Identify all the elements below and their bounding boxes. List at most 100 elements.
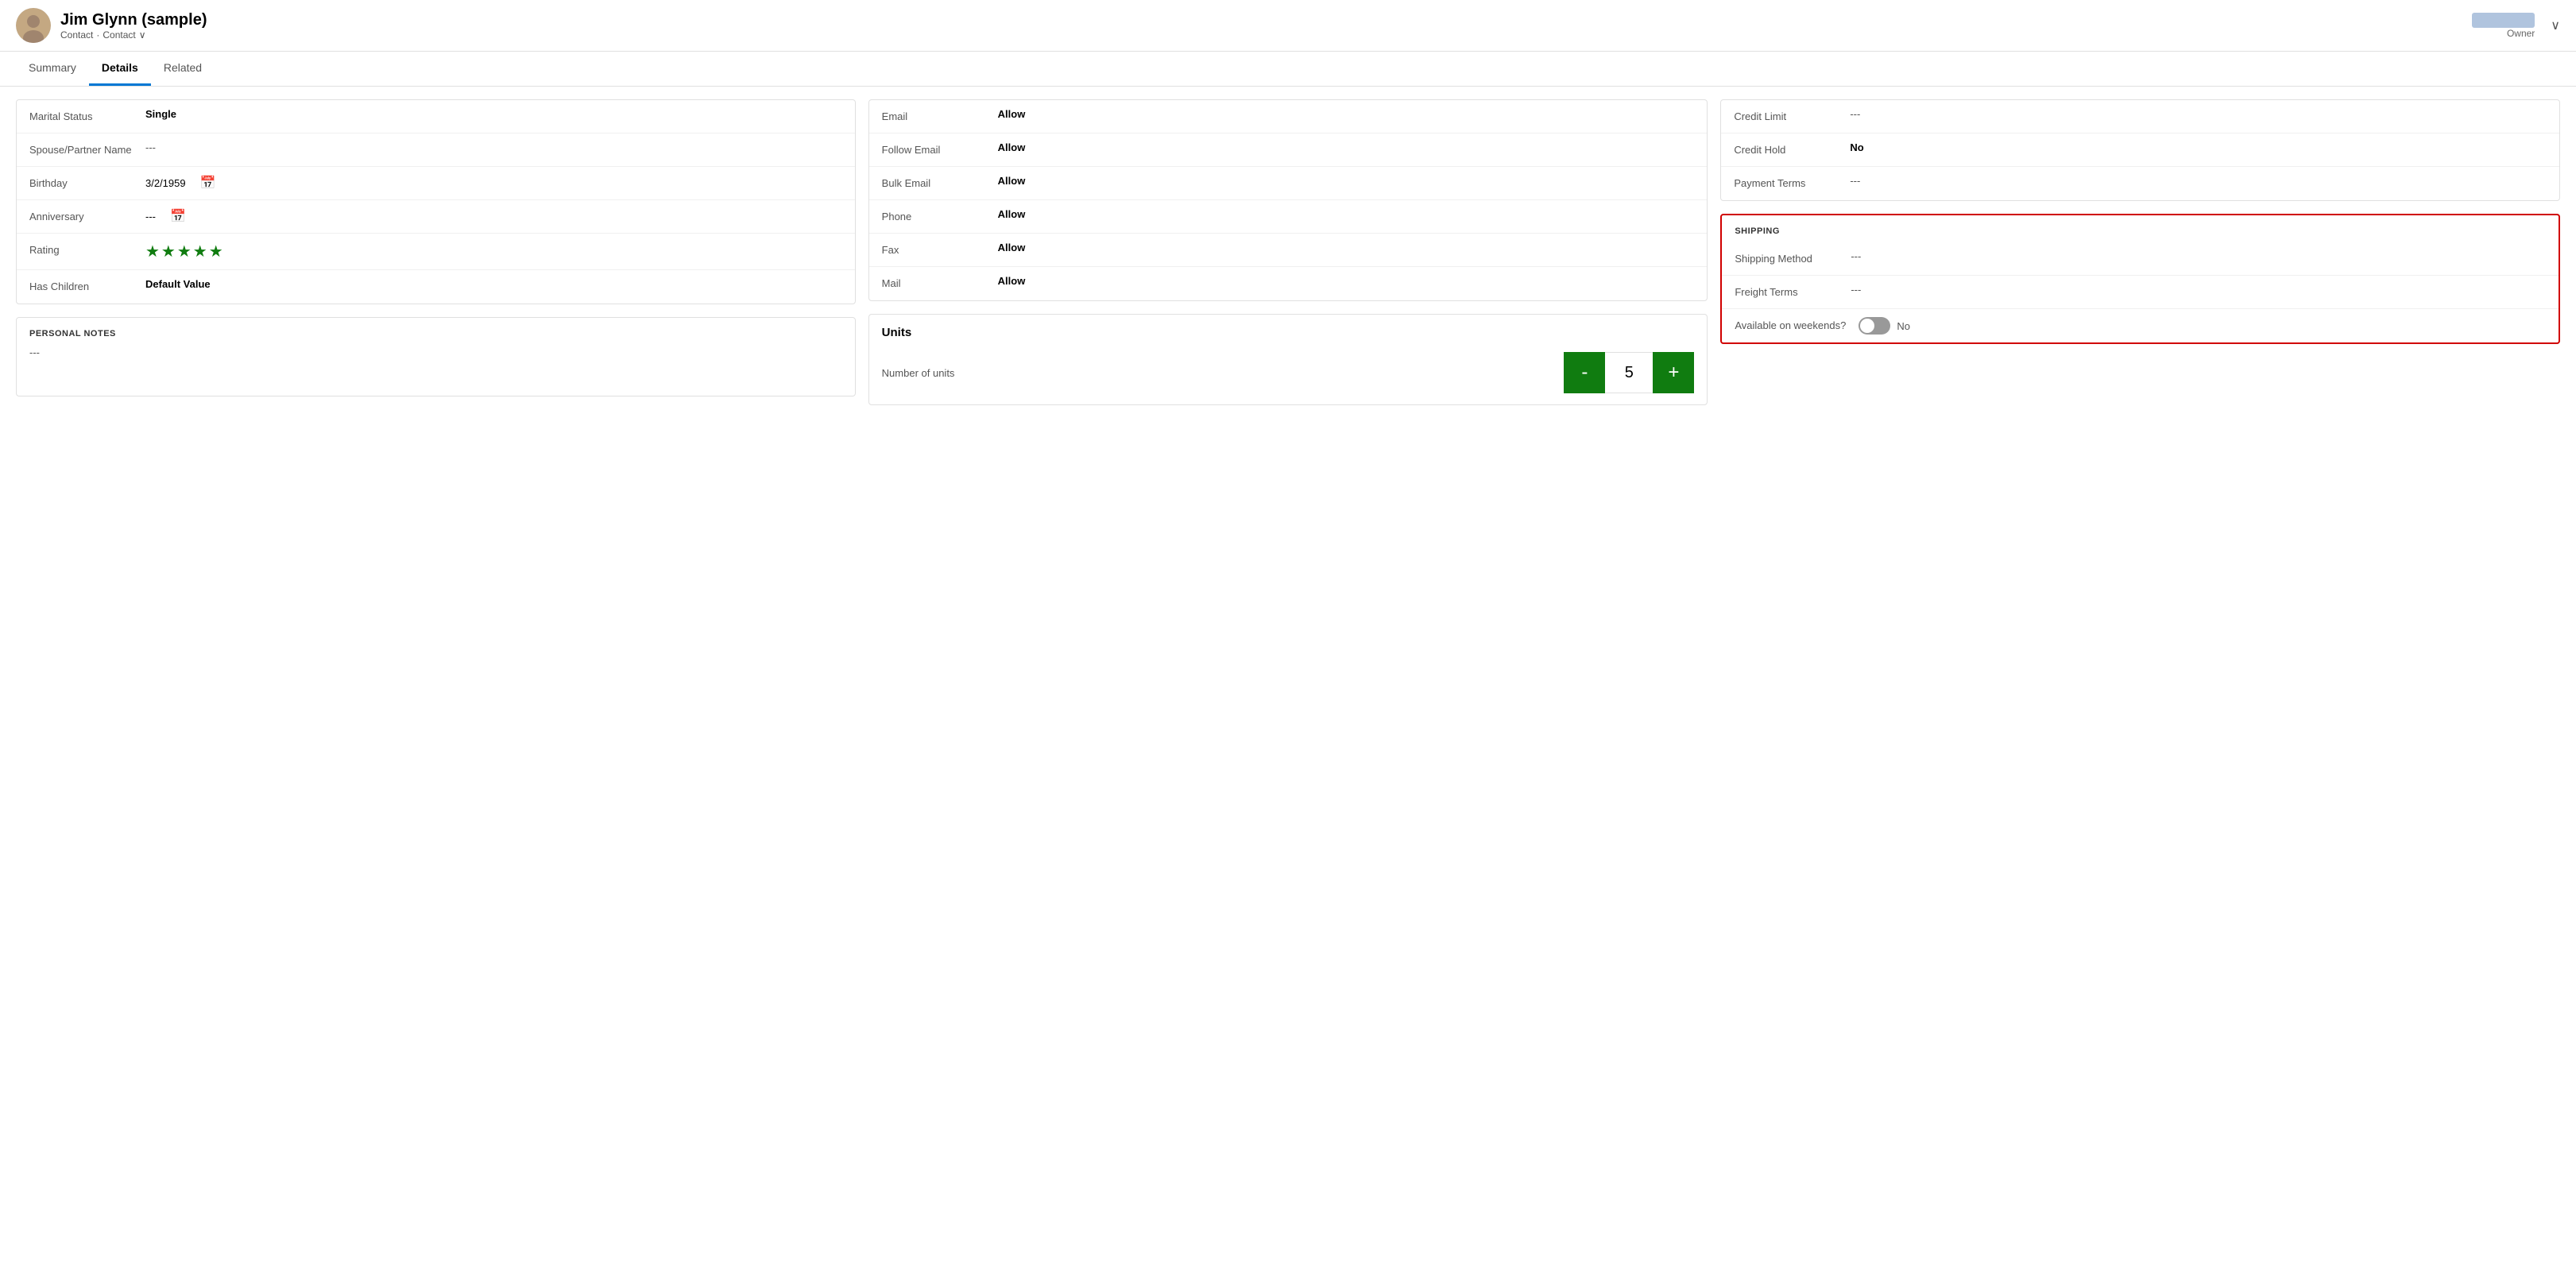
available-weekends-label: Available on weekends? [1735,317,1846,333]
decrease-units-button[interactable]: - [1564,352,1605,393]
units-controls: - 5 + [1564,352,1694,393]
follow-email-label: Follow Email [882,141,985,157]
credit-limit-value[interactable]: --- [1850,108,1860,120]
freight-terms-value[interactable]: --- [1851,284,1861,296]
avatar [16,8,51,43]
payment-terms-value[interactable]: --- [1850,175,1860,187]
credit-hold-label: Credit Hold [1734,141,1837,157]
has-children-value[interactable]: Default Value [145,278,211,290]
anniversary-row: Anniversary --- 📅 [17,200,855,234]
fax-pref-row: Fax Allow [869,234,1708,267]
units-value: 5 [1605,352,1653,393]
shipping-card: SHIPPING Shipping Method --- Freight Ter… [1720,214,2560,344]
phone-pref-label: Phone [882,208,985,224]
birthday-date: 3/2/1959 [145,177,186,189]
number-of-units-label: Number of units [882,367,1565,379]
avatar-svg [16,8,51,43]
rating-row: Rating ★★★★★ [17,234,855,270]
mail-pref-value[interactable]: Allow [998,275,1026,287]
available-weekends-row: Available on weekends? No [1722,309,2559,342]
contact-breadcrumb: Contact · Contact ∨ [60,29,207,41]
contact-preferences-card: Email Allow Follow Email Allow Bulk Emai… [868,99,1708,301]
shipping-title: SHIPPING [1722,215,2559,242]
credit-hold-value[interactable]: No [1850,141,1863,153]
rating-stars[interactable]: ★★★★★ [145,242,225,261]
available-weekends-toggle[interactable] [1859,317,1890,335]
credit-limit-row: Credit Limit --- [1721,100,2559,133]
spouse-name-label: Spouse/Partner Name [29,141,133,157]
credit-hold-row: Credit Hold No [1721,133,2559,167]
has-children-row: Has Children Default Value [17,270,855,304]
fax-pref-value[interactable]: Allow [998,242,1026,253]
tab-related[interactable]: Related [151,52,215,86]
anniversary-calendar-icon[interactable]: 📅 [170,208,186,224]
units-card: Units Number of units - 5 + [868,314,1708,405]
spouse-name-value[interactable]: --- [145,141,156,153]
phone-pref-value[interactable]: Allow [998,208,1026,220]
fax-pref-label: Fax [882,242,985,257]
contact-type2[interactable]: Contact [102,29,135,41]
units-row: Number of units - 5 + [882,352,1695,393]
personal-notes-title: PERSONAL NOTES [29,329,842,338]
available-weekends-toggle-wrapper: No [1859,317,1910,335]
freight-terms-row: Freight Terms --- [1722,276,2559,309]
main-content: Marital Status Single Spouse/Partner Nam… [0,87,2576,418]
contact-type1[interactable]: Contact [60,29,93,41]
birthday-calendar-icon[interactable]: 📅 [200,175,216,191]
left-column: Marital Status Single Spouse/Partner Nam… [16,99,856,405]
shipping-method-value[interactable]: --- [1851,250,1861,262]
anniversary-label: Anniversary [29,208,133,224]
breadcrumb-separator: · [96,29,99,41]
birthday-row: Birthday 3/2/1959 📅 [17,167,855,200]
increase-units-button[interactable]: + [1653,352,1694,393]
email-pref-value[interactable]: Allow [998,108,1026,120]
page-header: Jim Glynn (sample) Contact · Contact ∨ M… [0,0,2576,52]
birthday-value[interactable]: 3/2/1959 📅 [145,175,216,191]
phone-pref-row: Phone Allow [869,200,1708,234]
freight-terms-label: Freight Terms [1735,284,1838,300]
bulk-email-label: Bulk Email [882,175,985,191]
tab-details[interactable]: Details [89,52,151,86]
anniversary-value[interactable]: --- 📅 [145,208,186,224]
bulk-email-row: Bulk Email Allow [869,167,1708,200]
middle-column: Email Allow Follow Email Allow Bulk Emai… [868,99,1708,405]
email-pref-label: Email [882,108,985,124]
tab-bar: Summary Details Related [0,52,2576,87]
header-left: Jim Glynn (sample) Contact · Contact ∨ [16,8,207,43]
personal-notes-value[interactable]: --- [29,346,842,358]
email-pref-row: Email Allow [869,100,1708,133]
anniversary-date: --- [145,211,156,222]
owner-label: Owner [2472,28,2535,39]
shipping-method-row: Shipping Method --- [1722,242,2559,276]
toggle-knob [1860,319,1874,333]
mail-pref-row: Mail Allow [869,267,1708,300]
bulk-email-value[interactable]: Allow [998,175,1026,187]
has-children-label: Has Children [29,278,133,294]
tab-summary[interactable]: Summary [16,52,89,86]
available-weekends-value: No [1897,320,1910,332]
payment-terms-label: Payment Terms [1734,175,1837,191]
marital-status-label: Marital Status [29,108,133,124]
contact-name: Jim Glynn (sample) [60,11,207,29]
shipping-method-label: Shipping Method [1735,250,1838,266]
personal-details-card: Marital Status Single Spouse/Partner Nam… [16,99,856,304]
header-info: Jim Glynn (sample) Contact · Contact ∨ [60,11,207,41]
units-title: Units [882,326,1695,339]
header-right: Mary Rose Owner ∨ [2472,13,2560,39]
billing-card: Credit Limit --- Credit Hold No Payment … [1720,99,2560,201]
marital-status-row: Marital Status Single [17,100,855,133]
spouse-name-row: Spouse/Partner Name --- [17,133,855,167]
marital-status-value[interactable]: Single [145,108,176,120]
right-column: Credit Limit --- Credit Hold No Payment … [1720,99,2560,405]
follow-email-row: Follow Email Allow [869,133,1708,167]
credit-limit-label: Credit Limit [1734,108,1837,124]
header-chevron-icon[interactable]: ∨ [2551,17,2560,33]
owner-section: Mary Rose Owner [2472,13,2535,39]
owner-name-blurred[interactable]: Mary Rose [2472,13,2535,28]
rating-label: Rating [29,242,133,257]
follow-email-value[interactable]: Allow [998,141,1026,153]
contact-dropdown-arrow[interactable]: ∨ [139,29,146,41]
mail-pref-label: Mail [882,275,985,291]
birthday-label: Birthday [29,175,133,191]
payment-terms-row: Payment Terms --- [1721,167,2559,200]
